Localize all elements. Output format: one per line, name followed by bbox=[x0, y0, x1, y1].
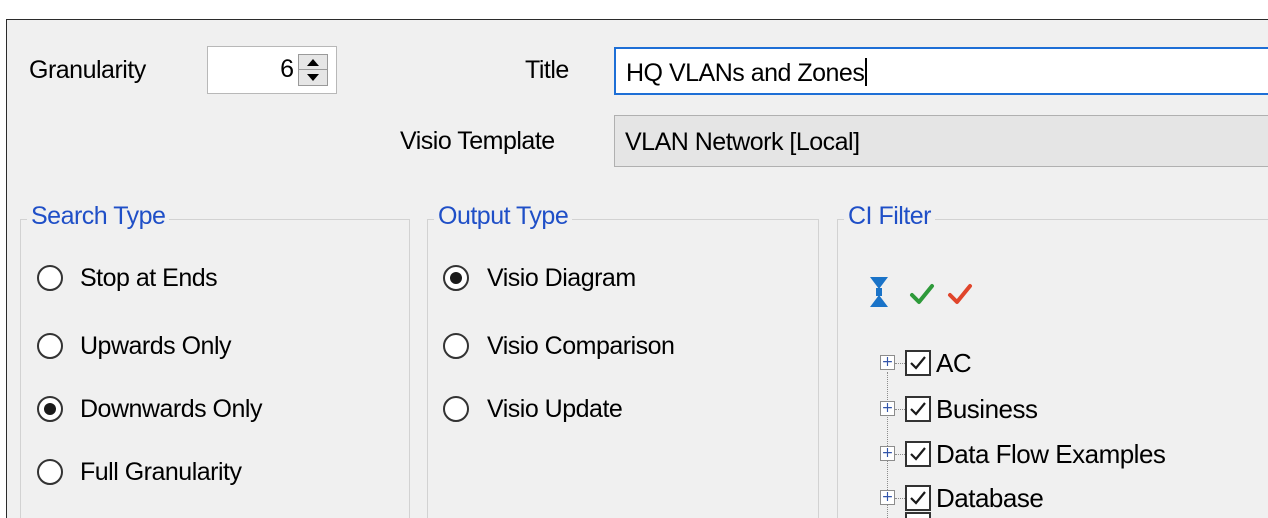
radio-selected-dot bbox=[450, 272, 462, 284]
tree-connector-line bbox=[895, 498, 905, 499]
ci-filter-title: CI Filter bbox=[844, 202, 935, 231]
visio-template-value: VLAN Network [Local] bbox=[625, 128, 860, 156]
checkbox-next-item[interactable] bbox=[905, 512, 931, 518]
tree-item-label: AC bbox=[936, 348, 972, 378]
radio-label: Full Granularity bbox=[80, 458, 242, 486]
tree-connector-line bbox=[895, 409, 905, 410]
search-type-title: Search Type bbox=[27, 202, 170, 231]
tree-connector-line bbox=[895, 454, 905, 455]
title-input[interactable]: HQ VLANs and Zones bbox=[614, 47, 1268, 95]
radio-label: Upwards Only bbox=[80, 332, 232, 360]
arrow-down-icon bbox=[307, 74, 319, 81]
radio-label: Stop at Ends bbox=[80, 264, 218, 292]
expand-plus-icon[interactable]: + bbox=[880, 446, 895, 461]
granularity-value[interactable]: 6 bbox=[208, 55, 294, 84]
radio-visio-diagram[interactable] bbox=[443, 265, 469, 291]
expand-plus-icon[interactable]: + bbox=[880, 490, 895, 505]
radio-label: Visio Update bbox=[487, 395, 623, 423]
checkbox-data-flow-examples[interactable] bbox=[905, 441, 931, 467]
radio-visio-comparison[interactable] bbox=[443, 333, 469, 359]
expand-collapse-icon[interactable] bbox=[867, 275, 891, 309]
visio-template-field[interactable]: VLAN Network [Local] bbox=[614, 115, 1268, 167]
tree-connector-line bbox=[895, 363, 905, 364]
output-type-title: Output Type bbox=[434, 202, 573, 231]
title-input-value: HQ VLANs and Zones bbox=[626, 59, 865, 87]
check-all-icon[interactable] bbox=[909, 282, 935, 306]
radio-label: Visio Comparison bbox=[487, 332, 675, 360]
title-label: Title bbox=[525, 56, 569, 84]
tree-item-label: Business bbox=[936, 394, 1038, 424]
radio-stop-at-ends[interactable] bbox=[37, 265, 63, 291]
expand-plus-icon[interactable]: + bbox=[880, 355, 895, 370]
stepper-up-button[interactable] bbox=[299, 55, 327, 70]
tree-item-label: Database bbox=[936, 483, 1044, 513]
checkbox-ac[interactable] bbox=[905, 350, 931, 376]
expand-plus-icon[interactable]: + bbox=[880, 401, 895, 416]
radio-full-granularity[interactable] bbox=[37, 459, 63, 485]
visio-template-label: Visio Template bbox=[400, 127, 555, 155]
text-caret bbox=[865, 58, 868, 86]
arrow-up-icon bbox=[307, 59, 319, 66]
dialog-panel: Granularity 6 Title HQ VLANs and Zones V… bbox=[6, 19, 1268, 518]
uncheck-all-icon[interactable] bbox=[947, 282, 973, 306]
radio-label: Downwards Only bbox=[80, 395, 262, 423]
radio-downwards-only[interactable] bbox=[37, 396, 63, 422]
radio-selected-dot bbox=[44, 403, 56, 415]
stepper-buttons bbox=[298, 54, 328, 86]
radio-label: Visio Diagram bbox=[487, 264, 636, 292]
checkbox-database[interactable] bbox=[905, 485, 931, 511]
stepper-down-button[interactable] bbox=[299, 70, 327, 85]
checkbox-business[interactable] bbox=[905, 396, 931, 422]
ci-filter-group: CI Filter bbox=[837, 202, 1268, 518]
tree-item-label: Data Flow Examples bbox=[936, 439, 1166, 469]
radio-visio-update[interactable] bbox=[443, 396, 469, 422]
granularity-stepper[interactable]: 6 bbox=[207, 46, 337, 94]
radio-upwards-only[interactable] bbox=[37, 333, 63, 359]
granularity-label: Granularity bbox=[29, 56, 146, 84]
